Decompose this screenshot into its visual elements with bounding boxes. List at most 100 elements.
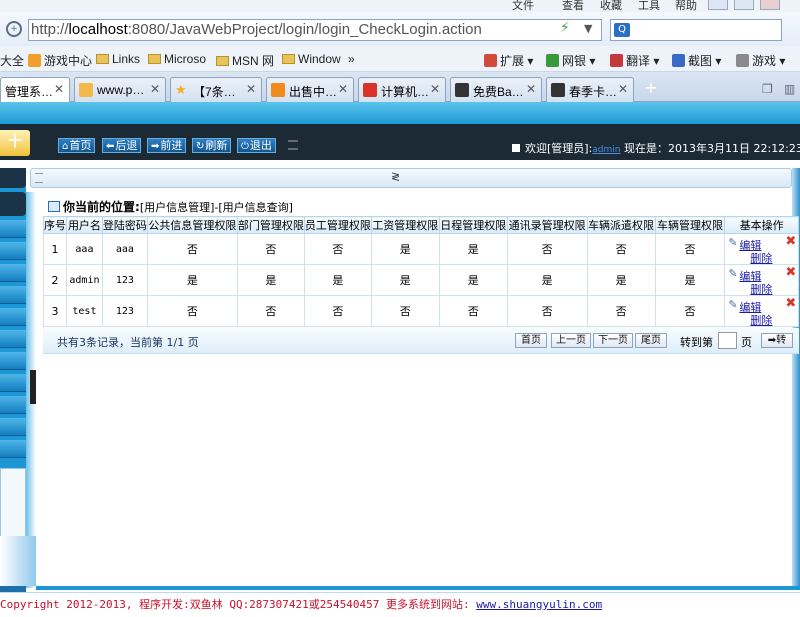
col-header: 车辆派遣权限 [586,216,656,234]
sidebar-item[interactable] [0,352,26,370]
welcome-text: 欢迎[管理员]:admin 现在是：2013年3月11日 22:12:23 [512,140,800,156]
bank-button[interactable]: 网银 ▾ [546,52,595,69]
first-page-button[interactable]: 首页 [515,333,547,348]
refresh-button[interactable]: ↻刷新 [192,138,232,153]
refresh-icon: ↻ [196,141,205,152]
toolbar-label: 扩展 [500,54,525,68]
cell-permission: 是 [438,233,508,265]
favorite-item[interactable]: 游戏中心 [28,52,92,69]
sidebar-header[interactable] [0,192,26,216]
folder-icon [148,54,161,64]
close-icon[interactable]: ✕ [526,82,536,96]
security-icon[interactable]: + [6,21,22,37]
cell-actions: ✎ 编辑 删除 ✖ [724,295,799,328]
sidebar-toggle[interactable] [30,370,36,404]
nav-label: 退出 [249,139,272,152]
favorites-more-button[interactable]: » [348,52,355,66]
page-number-input[interactable] [718,332,737,349]
sidebar-item[interactable] [0,242,26,260]
grip-icon [35,173,43,183]
copyright-text: Copyright 2012-2013, 程序开发:双鱼林 QQ:2873074… [0,596,602,612]
sidebar-item[interactable] [0,374,26,392]
toolbar-label: 截图 [688,54,713,68]
tab-7-items[interactable]: ★ 【7条… ✕ [170,77,262,102]
sidebar-item[interactable] [0,286,26,304]
cell-permission: 否 [506,295,588,327]
sidebar-item[interactable] [0,220,26,238]
content-bottom-bar [36,586,800,590]
delete-icon[interactable]: ✖ [785,265,796,280]
search-input[interactable]: Q [610,19,782,41]
sidebar-item[interactable] [0,418,26,436]
cell-permission: 否 [236,233,305,265]
cell-permission: 否 [506,233,588,265]
tab-spring[interactable]: 春季卡… ✕ [546,77,634,102]
favorite-item[interactable]: Microso [148,52,206,66]
sidebar-item[interactable] [0,264,26,282]
tab-label: 【7条… [193,85,236,99]
new-tab-button[interactable]: + [640,78,662,100]
game-center-icon [28,54,41,67]
extensions-button[interactable]: 扩展 ▾ [484,52,533,69]
close-icon[interactable]: ✕ [430,82,440,96]
nav-label: 后退 [115,139,138,152]
col-header: 基本操作 [724,216,799,234]
cell-index: 2 [43,264,67,296]
content-title-bar: ≷ [30,168,792,188]
logout-button[interactable]: ⏻退出 [237,138,276,153]
trash-icon[interactable]: ▥ [784,82,795,96]
search-icon[interactable]: Q [614,23,630,37]
favorite-item[interactable]: Window [282,52,341,66]
go-button[interactable]: ➡转 [761,333,793,348]
toolbar-label: 游戏 [752,54,777,68]
favorite-item[interactable]: Links [96,52,140,66]
delete-icon[interactable]: ✖ [785,296,796,311]
close-icon[interactable]: ✕ [246,82,256,96]
pma-icon [79,83,93,97]
cell-permission: 是 [370,264,440,296]
cell-permission: 否 [654,233,726,265]
chevron-down-icon[interactable]: ▼ [584,22,592,35]
delete-link[interactable]: 删除 [750,312,772,328]
lightning-icon[interactable]: ⚡ [560,20,570,36]
sidebar-item[interactable] [0,308,26,326]
nav-label: 刷新 [205,139,228,152]
close-icon[interactable]: ✕ [338,82,348,96]
col-header: 部门管理权限 [236,216,305,234]
tab-management-system[interactable]: 管理系… ✕ [0,77,70,103]
sidebar-item[interactable] [0,396,26,414]
tab-www[interactable]: www.p… ✕ [74,77,166,102]
screenshot-button[interactable]: 截图 ▾ [672,52,721,69]
games-button[interactable]: 游戏 ▾ [736,52,785,69]
close-icon[interactable]: ✕ [54,82,64,96]
col-header: 工资管理权限 [370,216,440,234]
sidebar-item[interactable] [0,440,26,458]
forward-button[interactable]: ➡前进 [147,138,187,153]
website-link[interactable]: www.shuangyulin.com [476,598,602,611]
tab-label: 出售中… [289,85,338,99]
close-icon[interactable]: ✕ [618,82,628,96]
tab-free[interactable]: 免费Ba… ✕ [450,77,542,102]
next-page-button[interactable]: 下一页 [593,333,633,348]
translate-button[interactable]: 翻译 ▾ [610,52,659,69]
tab-label: 免费Ba… [473,85,524,99]
address-bar[interactable]: http://localhost:8080/JavaWebProject/log… [28,19,602,41]
delete-icon[interactable]: ✖ [785,234,796,249]
tab-computer[interactable]: 计算机… ✕ [358,77,446,102]
favorite-item[interactable]: MSN 网 [216,52,274,69]
cell-actions: ✎ 编辑 删除 ✖ [724,233,799,265]
maximize-button[interactable] [734,0,754,10]
address-path: :8080/JavaWebProject/login/login_CheckLo… [127,21,482,38]
tab-selling[interactable]: 出售中… ✕ [266,77,354,102]
last-page-button[interactable]: 尾页 [635,333,667,348]
prev-page-button[interactable]: 上一页 [551,333,591,348]
favorite-item[interactable]: 大全 [0,52,24,69]
sidebar-item[interactable] [0,330,26,348]
back-button[interactable]: ⬅后退 [102,138,142,153]
restore-tab-icon[interactable]: ❐ [762,82,773,96]
admin-link[interactable]: admin [592,145,620,155]
minimize-button[interactable] [708,0,728,10]
close-window-button[interactable] [760,0,780,10]
close-icon[interactable]: ✕ [150,82,160,96]
home-button[interactable]: ⌂首页 [58,138,96,153]
